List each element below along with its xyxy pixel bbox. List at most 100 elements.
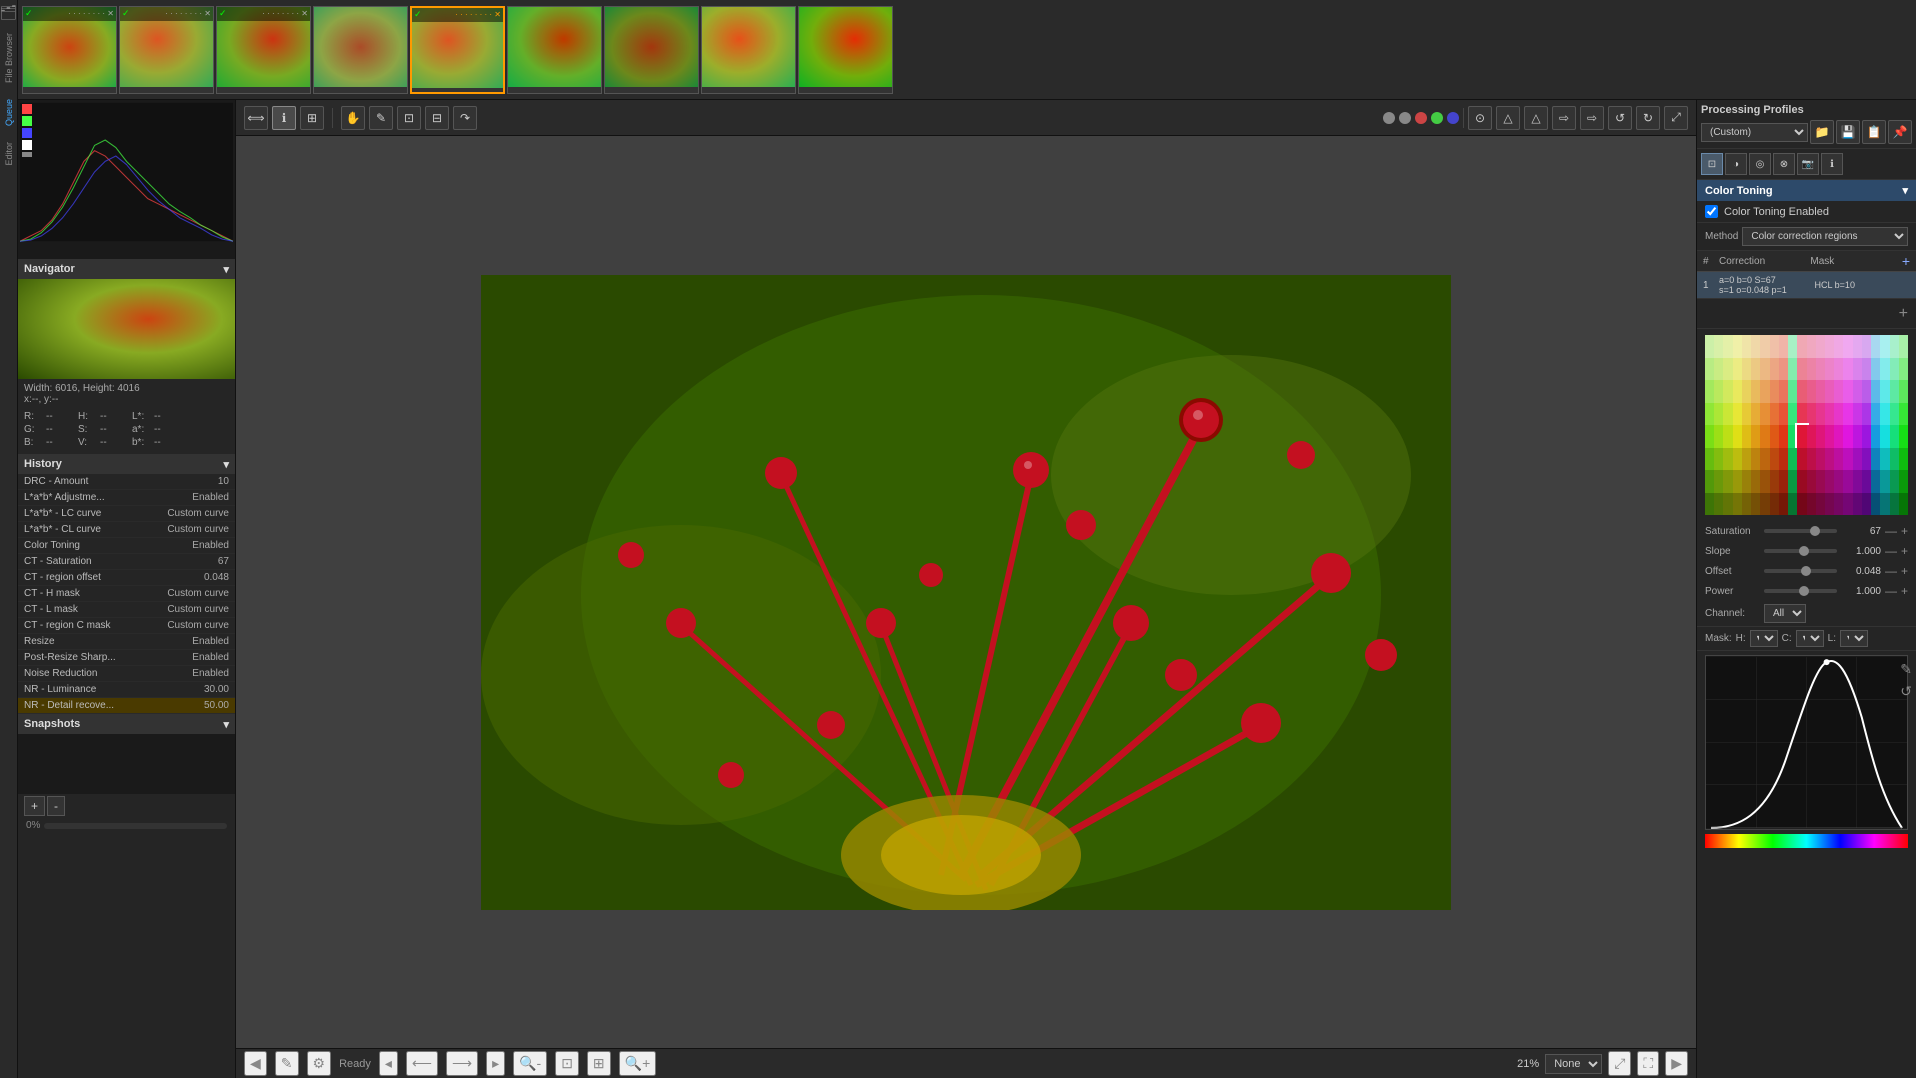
offset-plus[interactable]: + xyxy=(1901,564,1908,578)
film-thumb-2[interactable]: ✓ · · · · · · · · ✕ xyxy=(119,6,214,94)
palette-cell-2-20[interactable] xyxy=(1890,380,1899,403)
palette-cell-1-11[interactable] xyxy=(1807,358,1816,381)
palette-cell-5-10[interactable] xyxy=(1797,448,1806,471)
palette-cell-4-1[interactable] xyxy=(1714,425,1723,448)
rotate-tool[interactable]: ↷ xyxy=(453,106,477,130)
zoom-fit-btn[interactable]: ⊡ xyxy=(555,1051,579,1076)
palette-cell-1-6[interactable] xyxy=(1760,358,1769,381)
palette-cell-1-3[interactable] xyxy=(1733,358,1742,381)
film-thumb-8[interactable]: ✓ · · · · · · · · ✕ xyxy=(701,6,796,94)
palette-cell-0-1[interactable] xyxy=(1714,335,1723,358)
saturation-plus[interactable]: + xyxy=(1901,524,1908,538)
filmstrip-scroll[interactable]: ✓ · · · · · · · · ✕ ✓ · · · · · · · · ✕ xyxy=(18,6,1916,94)
palette-cell-4-3[interactable] xyxy=(1733,425,1742,448)
profile-tab-raw[interactable]: 📷 xyxy=(1797,153,1819,175)
mask-c-select[interactable]: ▾ xyxy=(1796,630,1824,647)
saturation-slider[interactable] xyxy=(1764,529,1837,533)
palette-cell-2-8[interactable] xyxy=(1779,380,1788,403)
undo-tool[interactable]: ↺ xyxy=(1608,106,1632,130)
palette-cell-4-16[interactable] xyxy=(1853,425,1862,448)
curve-edit-btn-2[interactable]: ↺ xyxy=(1900,683,1912,700)
palette-cell-5-7[interactable] xyxy=(1770,448,1779,471)
palette-cell-1-21[interactable] xyxy=(1899,358,1908,381)
view-mode-btn-4[interactable] xyxy=(1431,112,1443,124)
tone-curve-select[interactable]: None xyxy=(1545,1054,1602,1074)
palette-cell-1-12[interactable] xyxy=(1816,358,1825,381)
palette-cell-5-6[interactable] xyxy=(1760,448,1769,471)
color-palette[interactable] xyxy=(1705,335,1908,515)
palette-cell-0-15[interactable] xyxy=(1843,335,1852,358)
history-item-10[interactable]: Resize Enabled xyxy=(18,634,235,650)
palette-cell-6-20[interactable] xyxy=(1890,470,1899,493)
palette-cell-6-9[interactable] xyxy=(1788,470,1797,493)
palette-cell-5-19[interactable] xyxy=(1880,448,1889,471)
palette-cell-2-17[interactable] xyxy=(1862,380,1871,403)
profile-copy-btn[interactable]: 📋 xyxy=(1862,120,1886,144)
nav-right-btn[interactable]: ⟶ xyxy=(446,1051,478,1076)
palette-cell-4-0[interactable] xyxy=(1705,425,1714,448)
palette-cell-4-4[interactable] xyxy=(1742,425,1751,448)
palette-cell-6-5[interactable] xyxy=(1751,470,1760,493)
saturation-minus[interactable]: — xyxy=(1885,524,1897,538)
history-item-9[interactable]: CT - region C mask Custom curve xyxy=(18,618,235,634)
editor-label[interactable]: Editor xyxy=(4,138,14,170)
zoom-full-btn[interactable]: ⛶ xyxy=(1637,1051,1659,1076)
palette-cell-7-18[interactable] xyxy=(1871,493,1880,516)
palette-cell-2-16[interactable] xyxy=(1853,380,1862,403)
add-correction-btn[interactable]: + xyxy=(1902,253,1910,269)
palette-cell-0-8[interactable] xyxy=(1779,335,1788,358)
film-thumb-5[interactable]: ✓ · · · · · · · · ✕ xyxy=(410,6,505,94)
palette-cell-2-4[interactable] xyxy=(1742,380,1751,403)
history-item-11[interactable]: Post-Resize Sharp... Enabled xyxy=(18,650,235,666)
palette-cell-0-17[interactable] xyxy=(1862,335,1871,358)
pencil-tool[interactable]: ✎ xyxy=(369,106,393,130)
red-square[interactable] xyxy=(22,104,32,114)
palette-cell-6-14[interactable] xyxy=(1834,470,1843,493)
history-item-nr-detail[interactable]: NR - Detail recove... 50.00 xyxy=(18,698,235,714)
palette-cell-7-15[interactable] xyxy=(1843,493,1852,516)
palette-cell-6-11[interactable] xyxy=(1807,470,1816,493)
palette-cell-6-4[interactable] xyxy=(1742,470,1751,493)
palette-cell-7-16[interactable] xyxy=(1853,493,1862,516)
palette-cell-3-0[interactable] xyxy=(1705,403,1714,426)
palette-cell-3-21[interactable] xyxy=(1899,403,1908,426)
profile-save-btn[interactable]: 💾 xyxy=(1836,120,1860,144)
power-thumb[interactable] xyxy=(1799,586,1809,596)
palette-cell-4-9[interactable] xyxy=(1788,425,1797,448)
profile-tab-color[interactable]: ◑ xyxy=(1725,153,1747,175)
blue-square[interactable] xyxy=(22,128,32,138)
history-item-4[interactable]: Color Toning Enabled xyxy=(18,538,235,554)
film-thumb-1[interactable]: ✓ · · · · · · · · ✕ xyxy=(22,6,117,94)
palette-cell-2-11[interactable] xyxy=(1807,380,1816,403)
palette-cell-4-17[interactable] xyxy=(1862,425,1871,448)
palette-cell-4-5[interactable] xyxy=(1751,425,1760,448)
palette-cell-6-12[interactable] xyxy=(1816,470,1825,493)
profile-tab-exposure[interactable]: ⊡ xyxy=(1701,153,1723,175)
green-square[interactable] xyxy=(22,116,32,126)
nav-left-btn[interactable]: ◂ xyxy=(379,1051,398,1076)
palette-cell-7-4[interactable] xyxy=(1742,493,1751,516)
palette-cell-3-6[interactable] xyxy=(1760,403,1769,426)
redo-tool[interactable]: ↻ xyxy=(1636,106,1660,130)
palette-cell-5-13[interactable] xyxy=(1825,448,1834,471)
offset-thumb[interactable] xyxy=(1801,566,1811,576)
nav-right2-btn[interactable]: ▸ xyxy=(486,1051,505,1076)
palette-cell-4-11[interactable] xyxy=(1807,425,1816,448)
film-thumb-4[interactable]: ✓ · · · · · · · · ✕ xyxy=(313,6,408,94)
palette-cell-1-1[interactable] xyxy=(1714,358,1723,381)
palette-cell-3-20[interactable] xyxy=(1890,403,1899,426)
send-left-btn[interactable]: ◀ xyxy=(244,1051,267,1076)
palette-cell-7-9[interactable] xyxy=(1788,493,1797,516)
palette-cell-1-9[interactable] xyxy=(1788,358,1797,381)
palette-cell-3-4[interactable] xyxy=(1742,403,1751,426)
warning-tool[interactable]: △ xyxy=(1496,106,1520,130)
palette-cell-3-3[interactable] xyxy=(1733,403,1742,426)
mask-l-select[interactable]: ▾ xyxy=(1840,630,1868,647)
palette-cell-3-7[interactable] xyxy=(1770,403,1779,426)
palette-cell-7-10[interactable] xyxy=(1797,493,1806,516)
palette-cell-3-2[interactable] xyxy=(1723,403,1732,426)
palette-cell-3-15[interactable] xyxy=(1843,403,1852,426)
curve-area[interactable] xyxy=(1705,655,1908,830)
history-item-5[interactable]: CT - Saturation 67 xyxy=(18,554,235,570)
palette-cell-4-7[interactable] xyxy=(1770,425,1779,448)
